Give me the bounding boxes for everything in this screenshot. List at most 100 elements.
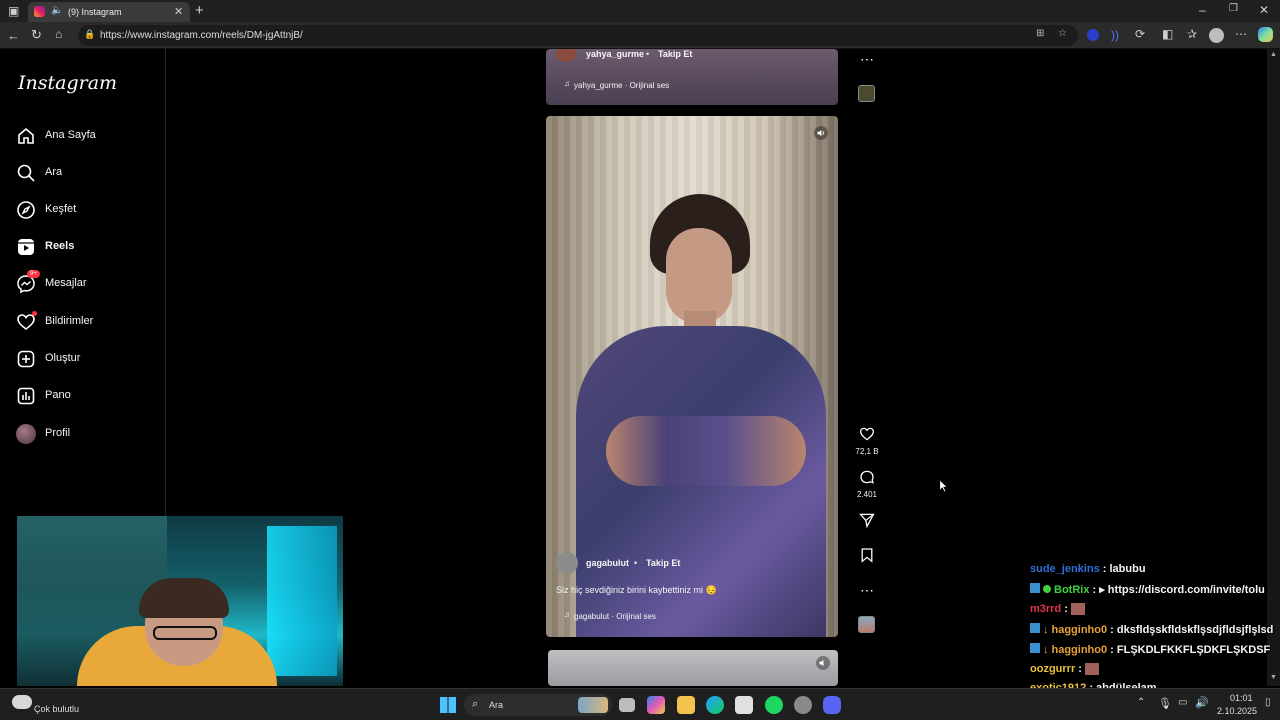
sidebar-item-label: Ara	[45, 166, 63, 178]
sidebar-item-explore[interactable]: Keşfet	[16, 194, 156, 224]
copilot-icon[interactable]	[1258, 27, 1273, 42]
audio-thumbnail[interactable]	[858, 85, 875, 102]
sidebar-item-notifications[interactable]: Bildirimler	[16, 306, 156, 336]
follow-button[interactable]: Takip Et	[658, 49, 692, 59]
taskbar-search-placeholder: Ara	[489, 700, 504, 710]
speaker-icon[interactable]	[816, 656, 830, 670]
mouse-cursor-icon	[939, 479, 948, 493]
heart-icon	[859, 427, 875, 441]
reel-user-avatar[interactable]	[556, 49, 576, 61]
more-options-icon[interactable]: ⋯	[860, 51, 874, 68]
scroll-down-icon[interactable]: ▼	[1270, 674, 1277, 681]
sidebar-item-label: Mesajlar	[45, 277, 87, 289]
page-scrollbar[interactable]: ▲ ▼	[1267, 49, 1280, 686]
home-icon	[18, 127, 34, 144]
instagram-logo[interactable]: Instagram	[18, 72, 117, 94]
reel-previous[interactable]: yahya_gurme • Takip Et ♫ yahya_gurme · O…	[546, 49, 838, 105]
windows-taskbar: Çok bulutlu ⌕ Ara ⌃ 🎙 ▭ 🔊 01:01 2.10.202…	[0, 688, 1280, 720]
sidebar-item-dashboard[interactable]: Pano	[16, 380, 156, 410]
follow-button[interactable]: Takip Et	[646, 558, 680, 568]
audio-extension-icon[interactable]: ))	[1111, 29, 1119, 41]
weather-icon[interactable]	[12, 695, 32, 709]
notification-icon[interactable]: ▯	[1265, 697, 1271, 708]
extensions-puzzle-icon[interactable]: ⟳	[1135, 28, 1145, 40]
browser-tab[interactable]: 🔈 (9) Instagram ✕	[28, 2, 190, 22]
reel-current[interactable]: gagabulut • Takip Et Siz hiç sevdiğiniz …	[546, 116, 838, 637]
favorites-icon[interactable]: ✰	[1187, 28, 1197, 40]
profile-avatar-icon[interactable]	[1209, 28, 1224, 43]
sidebar-item-label: Ana Sayfa	[45, 129, 96, 141]
volume-icon[interactable]: 🔊	[1195, 696, 1209, 709]
address-bar[interactable]: 🔒 https://www.instagram.com/reels/DM-jgA…	[78, 25, 1078, 46]
file-explorer-icon[interactable]	[677, 696, 695, 714]
back-icon[interactable]: ←	[7, 29, 20, 42]
audio-thumbnail[interactable]	[858, 616, 875, 633]
clock-time[interactable]: 01:01	[1230, 693, 1253, 703]
sidebar-item-search[interactable]: Ara	[16, 157, 156, 187]
reel-audio[interactable]: gagabulut · Orijinal ses	[574, 612, 656, 621]
more-options-icon[interactable]: ⋯	[860, 582, 874, 599]
sidebar-item-profile[interactable]: Profil	[16, 418, 156, 448]
chat-message: sude_jenkins : labubu	[1030, 563, 1146, 575]
refresh-icon[interactable]: ↻	[31, 28, 42, 41]
notification-dot	[32, 311, 37, 316]
reels-icon	[18, 239, 34, 255]
minimize-icon[interactable]: –	[1199, 4, 1206, 16]
sidebar-item-create[interactable]: Oluştur	[16, 343, 156, 373]
chat-text: FLŞKDLFKKFLŞDKFLŞKDSF	[1116, 644, 1271, 656]
tab-title: (9) Instagram	[68, 7, 122, 17]
weather-text[interactable]: Çok bulutlu	[34, 704, 79, 714]
discord-icon[interactable]	[823, 696, 841, 714]
tab-audio-icon[interactable]: 🔈	[51, 5, 63, 16]
app-available-icon[interactable]: ⊞	[1036, 28, 1044, 39]
close-window-icon[interactable]: ✕	[1259, 4, 1269, 16]
microphone-icon[interactable]: 🎙	[1158, 697, 1172, 710]
extension-icon[interactable]	[1087, 29, 1099, 41]
copilot-app-icon[interactable]	[647, 696, 665, 714]
like-button[interactable]: 72,1 B	[852, 426, 882, 460]
comment-button[interactable]: 2.401	[852, 469, 882, 503]
messages-badge: 9+	[27, 270, 40, 278]
like-count: 72,1 B	[855, 447, 879, 456]
tab-actions-icon[interactable]: ▣	[8, 5, 19, 17]
home-browser-icon[interactable]: ⌂	[55, 28, 62, 40]
save-icon[interactable]	[859, 547, 875, 563]
tab-close-icon[interactable]: ✕	[174, 5, 183, 18]
compass-icon	[17, 201, 35, 219]
chat-username: BotRix	[1054, 584, 1090, 596]
speaker-icon[interactable]	[814, 126, 828, 140]
mod-badge-icon	[1030, 643, 1040, 653]
edge-browser-icon[interactable]	[706, 696, 724, 714]
spotify-icon[interactable]	[765, 696, 783, 714]
url-text: https://www.instagram.com/reels/DM-jgAtt…	[100, 30, 303, 41]
settings-gear-icon[interactable]	[794, 696, 812, 714]
scroll-up-icon[interactable]: ▲	[1270, 51, 1277, 58]
search-icon	[17, 164, 35, 182]
network-icon[interactable]: ▭	[1178, 697, 1187, 708]
restore-icon[interactable]: ❐	[1229, 4, 1238, 14]
sidebar-item-messages[interactable]: 9+ Mesajlar	[16, 268, 156, 298]
menu-more-icon[interactable]: ⋯	[1235, 28, 1247, 40]
sidebar-item-home[interactable]: Ana Sayfa	[16, 120, 156, 150]
chat-username: hagginho0	[1051, 644, 1108, 656]
favorite-star-icon[interactable]: ☆	[1058, 28, 1067, 39]
new-tab-button[interactable]: +	[195, 3, 204, 18]
start-windows-icon[interactable]	[440, 697, 456, 713]
split-screen-icon[interactable]: ◧	[1162, 28, 1173, 40]
reel-next[interactable]	[548, 650, 838, 686]
reel-username[interactable]: gagabulut	[586, 558, 629, 568]
task-view-icon[interactable]	[619, 698, 635, 712]
tray-chevron-icon[interactable]: ⌃	[1137, 697, 1145, 708]
share-icon[interactable]	[859, 512, 875, 528]
reel-audio[interactable]: yahya_gurme · Orijinal ses	[574, 81, 669, 90]
chat-colon: :	[1089, 584, 1100, 596]
store-icon[interactable]	[735, 696, 753, 714]
browser-toolbar: ← ↻ ⌂ 🔒 https://www.instagram.com/reels/…	[0, 22, 1280, 49]
reel-username[interactable]: yahya_gurme	[586, 49, 644, 59]
taskbar-search[interactable]: ⌕ Ara	[464, 694, 612, 716]
emote-icon	[1085, 663, 1100, 676]
clock-date[interactable]: 2.10.2025	[1217, 706, 1257, 716]
reel-user-avatar[interactable]	[556, 552, 578, 574]
sidebar-item-reels[interactable]: Reels	[16, 231, 156, 261]
chat-message: m3rrd :	[1030, 603, 1085, 616]
